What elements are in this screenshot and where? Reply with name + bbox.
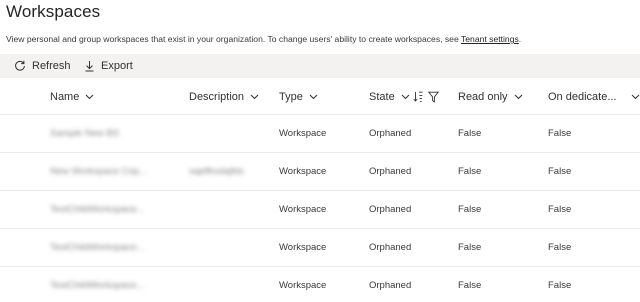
column-header-read-only[interactable]: Read only: [458, 80, 523, 114]
page-description: View personal and group workspaces that …: [6, 34, 521, 44]
tenant-settings-link[interactable]: Tenant settings: [461, 34, 519, 44]
chevron-down-icon: [309, 94, 318, 100]
column-header-name[interactable]: Name: [50, 80, 94, 114]
column-label: State: [369, 91, 395, 103]
refresh-label: Refresh: [32, 60, 71, 72]
toolbar: Refresh Export: [0, 54, 640, 78]
table-header: Name Description Type State Read only On…: [0, 80, 640, 115]
workspace-read-only: False: [458, 166, 482, 177]
column-header-type[interactable]: Type: [279, 80, 318, 114]
export-label: Export: [101, 60, 133, 72]
column-label: Description: [189, 91, 245, 103]
chevron-down-icon: [514, 94, 522, 100]
workspace-name[interactable]: New Workspace Cop...: [50, 153, 147, 190]
workspace-on-dedicated: False: [548, 128, 572, 139]
table-row[interactable]: TestChildWorkspace... Workspace Orphaned…: [0, 191, 640, 229]
workspace-state: Orphaned: [369, 204, 412, 215]
workspaces-page: Workspaces View personal and group works…: [0, 0, 640, 302]
workspace-state: Orphaned: [369, 280, 412, 291]
workspace-type: Workspace: [279, 242, 327, 253]
download-icon: [85, 61, 94, 72]
chevron-down-icon: [401, 94, 410, 100]
refresh-button[interactable]: Refresh: [14, 54, 71, 78]
column-label: On dedicate...: [548, 91, 617, 103]
export-button[interactable]: Export: [84, 54, 133, 78]
workspace-on-dedicated: False: [548, 280, 572, 291]
workspace-read-only: False: [458, 204, 482, 215]
workspace-type: Workspace: [279, 204, 327, 215]
table-row[interactable]: TestChildWorkspace... Workspace Orphaned…: [0, 229, 640, 267]
description-period: .: [518, 34, 522, 44]
workspace-type: Workspace: [279, 166, 327, 177]
table-row[interactable]: New Workspace Cop... sajdfksdajfds Works…: [0, 153, 640, 191]
workspace-on-dedicated: False: [548, 204, 572, 215]
column-label: Type: [279, 91, 303, 103]
chevron-down-icon: [631, 94, 639, 100]
workspace-read-only: False: [458, 280, 482, 291]
chevron-down-icon: [250, 94, 259, 100]
workspace-on-dedicated: False: [548, 242, 572, 253]
description-text: View personal and group workspaces that …: [6, 34, 461, 44]
table-row[interactable]: TestChildWorkspace... Workspace Orphaned…: [0, 267, 640, 302]
filter-icon: [427, 91, 439, 103]
chevron-down-icon: [85, 94, 94, 100]
workspace-state: Orphaned: [369, 242, 412, 253]
column-header-description[interactable]: Description: [189, 80, 259, 114]
page-title: Workspaces: [6, 2, 101, 21]
workspace-read-only: False: [458, 242, 482, 253]
workspace-on-dedicated: False: [548, 166, 572, 177]
column-header-state[interactable]: State: [369, 80, 439, 114]
sort-ascending-icon: [413, 91, 423, 103]
table-row[interactable]: Sample New BS Workspace Orphaned False F…: [0, 115, 640, 153]
workspace-type: Workspace: [279, 128, 327, 139]
workspace-state: Orphaned: [369, 128, 412, 139]
workspace-name[interactable]: TestChildWorkspace...: [50, 191, 144, 228]
workspace-read-only: False: [458, 128, 482, 139]
workspace-state: Orphaned: [369, 166, 412, 177]
workspace-name[interactable]: Sample New BS: [50, 115, 119, 152]
workspace-type: Workspace: [279, 280, 327, 291]
workspace-name[interactable]: TestChildWorkspace...: [50, 229, 144, 266]
column-header-on-dedicated[interactable]: On dedicate...: [548, 80, 640, 114]
column-label: Name: [50, 91, 80, 103]
column-label: Read only: [458, 91, 508, 103]
workspace-name[interactable]: TestChildWorkspace...: [50, 267, 144, 302]
refresh-icon: [15, 60, 25, 71]
workspace-description: sajdfksdajfds: [189, 166, 244, 177]
